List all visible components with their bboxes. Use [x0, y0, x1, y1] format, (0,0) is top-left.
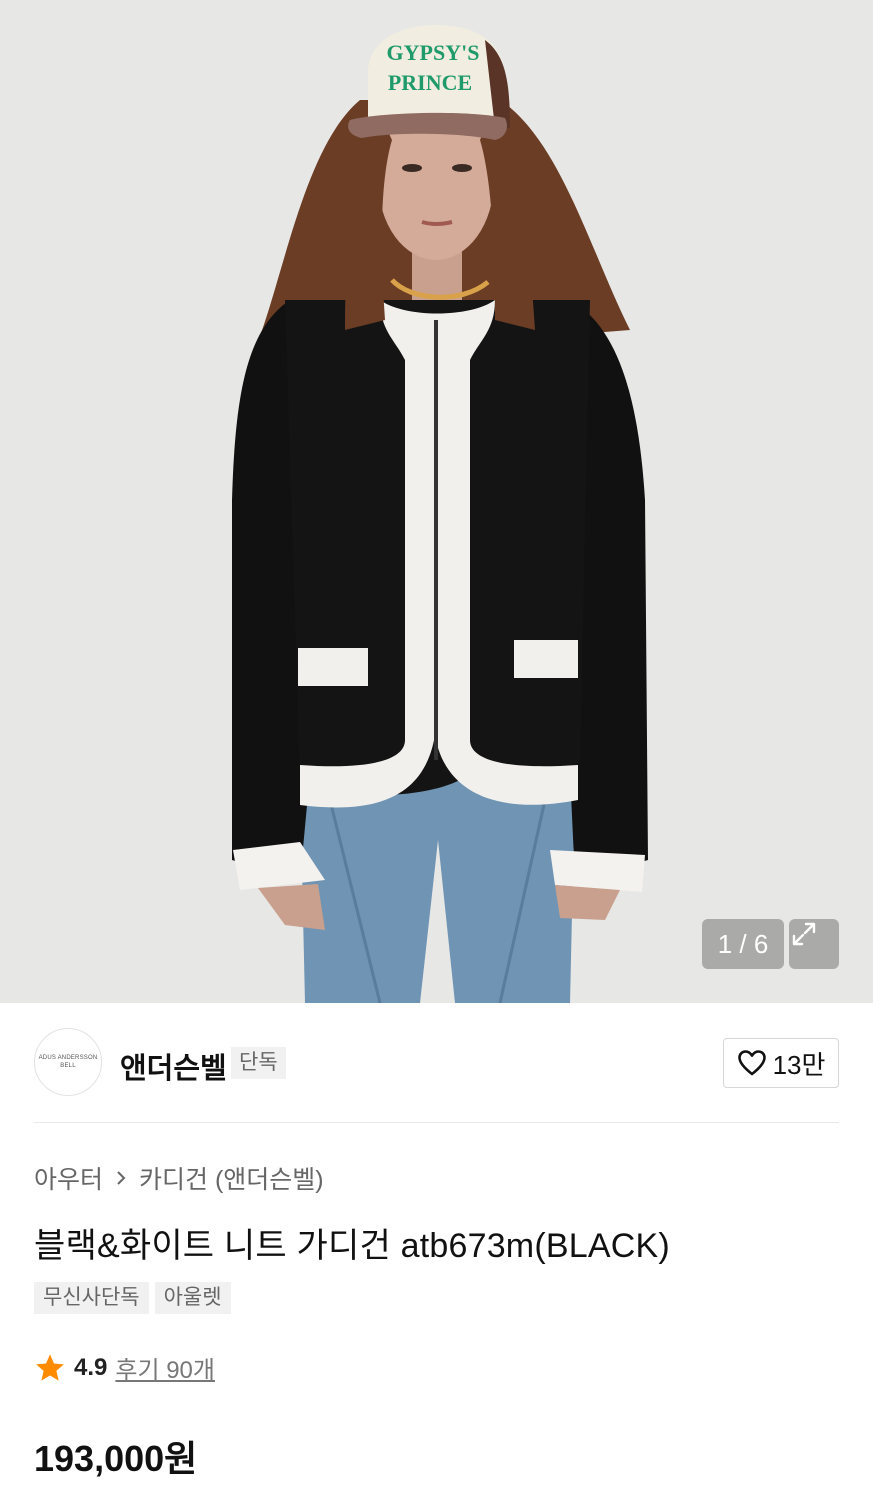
tag-outlet[interactable]: 아울렛 [154, 1282, 231, 1314]
rating: 4.9 후기 90개 [34, 1350, 215, 1385]
expand-icon [792, 922, 816, 946]
star-icon [36, 1353, 64, 1381]
tag-exclusive[interactable]: 무신사단독 [34, 1282, 149, 1314]
divider [34, 1122, 839, 1123]
expand-button[interactable] [789, 919, 839, 969]
breadcrumb-category[interactable]: 아우터 [34, 1160, 103, 1196]
brand-exclusive-badge: 단독 [231, 1047, 286, 1079]
product-image-gallery[interactable]: GYPSY'S PRINCE 1 / 6 [0, 0, 873, 1003]
review-link[interactable]: 후기 90개 [115, 1350, 215, 1385]
product-title: 블랙&화이트 니트 가디건 atb673m(BLACK) [34, 1227, 670, 1265]
heart-icon [737, 1050, 766, 1076]
product-tags: 무신사단독 아울렛 [34, 1282, 231, 1314]
chevron-right-icon [117, 1171, 126, 1185]
image-counter: 1 / 6 [702, 919, 784, 969]
breadcrumb: 아우터 카디건 (앤더슨벨) [34, 1160, 324, 1196]
brand-like-button[interactable]: 13만 [723, 1038, 839, 1088]
brand-row: ADUS ANDERSSON BELL 앤더슨벨 단독 13만 [34, 1028, 839, 1098]
like-count: 13만 [772, 1049, 826, 1080]
product-photo: GYPSY'S PRINCE [0, 0, 873, 1003]
brand-name[interactable]: 앤더슨벨 [120, 1045, 227, 1087]
brand-logo[interactable]: ADUS ANDERSSON BELL [34, 1028, 102, 1096]
breadcrumb-subcategory[interactable]: 카디건 (앤더슨벨) [139, 1160, 324, 1196]
cap-text-top: GYPSY'S [387, 40, 480, 65]
cap-text-bottom: PRINCE [388, 70, 472, 95]
product-price: 193,000원 [34, 1438, 198, 1479]
rating-score: 4.9 [74, 1353, 108, 1381]
